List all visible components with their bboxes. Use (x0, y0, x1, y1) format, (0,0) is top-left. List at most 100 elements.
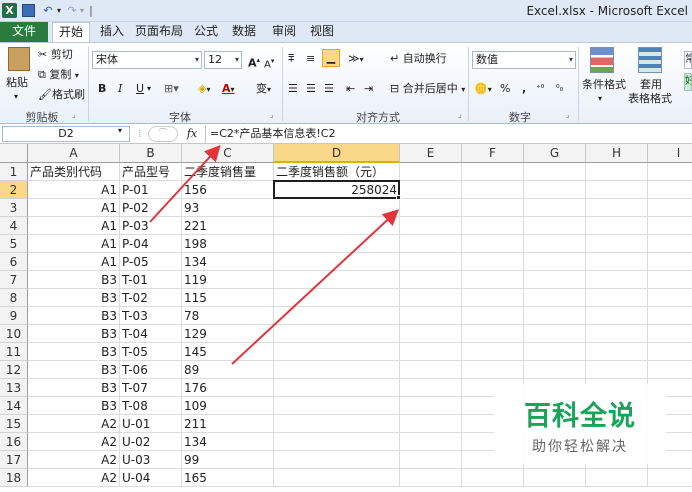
cell-b6[interactable]: P-05 (120, 253, 182, 271)
cell-d14[interactable] (274, 397, 400, 415)
table-format-label-2[interactable]: 表格格式 (628, 91, 672, 107)
tab-file[interactable]: 文件 (0, 22, 48, 42)
paste-icon[interactable] (8, 47, 30, 71)
align-middle-icon[interactable]: ≡ (306, 51, 315, 67)
column-header-e[interactable]: E (400, 144, 462, 163)
tab-formulas[interactable]: 公式 (190, 22, 222, 42)
row-header-9[interactable]: 9 (0, 307, 28, 325)
cell-d6[interactable] (274, 253, 400, 271)
cell-b14[interactable]: T-08 (120, 397, 182, 415)
tab-page-layout[interactable]: 页面布局 (134, 22, 184, 42)
cell-d4[interactable] (274, 217, 400, 235)
cell-c13[interactable]: 176 (182, 379, 274, 397)
cell-a7[interactable]: B3 (28, 271, 120, 289)
excel-app-icon[interactable]: X (2, 3, 17, 18)
cell-h8[interactable] (586, 289, 648, 307)
cell-d11[interactable] (274, 343, 400, 361)
cell-a14[interactable]: B3 (28, 397, 120, 415)
cell-e5[interactable] (400, 235, 462, 253)
currency-icon[interactable]: 🪙▾ (474, 81, 492, 98)
cell-h9[interactable] (586, 307, 648, 325)
cell-b9[interactable]: T-03 (120, 307, 182, 325)
row-header-17[interactable]: 17 (0, 451, 28, 469)
cell-c15[interactable]: 211 (182, 415, 274, 433)
row-header-2[interactable]: 2 (0, 181, 28, 199)
cell-b7[interactable]: T-01 (120, 271, 182, 289)
cell-d16[interactable] (274, 433, 400, 451)
cell-style-normal[interactable]: 常 (684, 51, 692, 69)
cell-c2[interactable]: 156 (182, 181, 274, 199)
cell-a11[interactable]: B3 (28, 343, 120, 361)
cell-i12[interactable] (648, 361, 692, 379)
row-header-15[interactable]: 15 (0, 415, 28, 433)
cell-b11[interactable]: T-05 (120, 343, 182, 361)
bold-button[interactable]: B (98, 81, 106, 97)
cell-g10[interactable] (524, 325, 586, 343)
number-format-select[interactable]: 数值 ▾ (472, 51, 576, 69)
cell-h4[interactable] (586, 217, 648, 235)
cell-i5[interactable] (648, 235, 692, 253)
row-header-13[interactable]: 13 (0, 379, 28, 397)
cell-h6[interactable] (586, 253, 648, 271)
cell-e6[interactable] (400, 253, 462, 271)
cell-f10[interactable] (462, 325, 524, 343)
row-header-10[interactable]: 10 (0, 325, 28, 343)
cell-f11[interactable] (462, 343, 524, 361)
cell-g4[interactable] (524, 217, 586, 235)
column-header-i[interactable]: I (648, 144, 692, 163)
row-header-1[interactable]: 1 (0, 163, 28, 181)
cell-g5[interactable] (524, 235, 586, 253)
cell-h3[interactable] (586, 199, 648, 217)
cell-i7[interactable] (648, 271, 692, 289)
cell-e17[interactable] (400, 451, 462, 469)
cell-e12[interactable] (400, 361, 462, 379)
cell-d17[interactable] (274, 451, 400, 469)
cell-a12[interactable]: B3 (28, 361, 120, 379)
cell-c8[interactable]: 115 (182, 289, 274, 307)
redo-dropdown-icon[interactable]: ▾ (78, 3, 86, 18)
cell-style-good[interactable]: 好 (684, 73, 692, 91)
column-header-h[interactable]: H (586, 144, 648, 163)
align-bottom-icon[interactable]: ▁ (322, 49, 340, 67)
cell-g2[interactable] (524, 181, 586, 199)
shrink-font-button[interactable]: A▾ (264, 53, 274, 73)
column-header-b[interactable]: B (120, 144, 182, 163)
cell-f6[interactable] (462, 253, 524, 271)
conditional-formatting-icon[interactable] (590, 47, 614, 73)
cell-d2[interactable]: 258024 (274, 181, 400, 199)
name-box[interactable]: D2 (2, 126, 130, 142)
cell-d15[interactable] (274, 415, 400, 433)
cell-i11[interactable] (648, 343, 692, 361)
cell-d5[interactable] (274, 235, 400, 253)
cell-i2[interactable] (648, 181, 692, 199)
cell-i3[interactable] (648, 199, 692, 217)
row-header-5[interactable]: 5 (0, 235, 28, 253)
underline-button[interactable]: U (136, 81, 144, 97)
cell-c17[interactable]: 99 (182, 451, 274, 469)
cell-i18[interactable] (648, 469, 692, 487)
cell-f1[interactable] (462, 163, 524, 181)
underline-dropdown-icon[interactable]: ▾ (147, 81, 151, 97)
undo-icon[interactable]: ↶ (40, 3, 56, 18)
cell-b13[interactable]: T-07 (120, 379, 182, 397)
cell-i10[interactable] (648, 325, 692, 343)
align-top-icon[interactable]: ⩱ (288, 51, 294, 67)
cell-f18[interactable] (462, 469, 524, 487)
cell-i4[interactable] (648, 217, 692, 235)
row-header-8[interactable]: 8 (0, 289, 28, 307)
cell-d12[interactable] (274, 361, 400, 379)
cell-c9[interactable]: 78 (182, 307, 274, 325)
cell-e15[interactable] (400, 415, 462, 433)
cell-e7[interactable] (400, 271, 462, 289)
cell-a8[interactable]: B3 (28, 289, 120, 307)
decrease-decimal-icon[interactable]: ⁰₀ (556, 81, 563, 97)
cell-b3[interactable]: P-02 (120, 199, 182, 217)
cell-f5[interactable] (462, 235, 524, 253)
phonetic-icon[interactable]: 变▾ (256, 81, 271, 98)
font-name-select[interactable]: 宋体 ▾ (92, 51, 202, 69)
cell-e14[interactable] (400, 397, 462, 415)
cell-h5[interactable] (586, 235, 648, 253)
cell-b16[interactable]: U-02 (120, 433, 182, 451)
cell-g12[interactable] (524, 361, 586, 379)
format-painter-button[interactable]: 🖌格式刷 (38, 87, 85, 103)
